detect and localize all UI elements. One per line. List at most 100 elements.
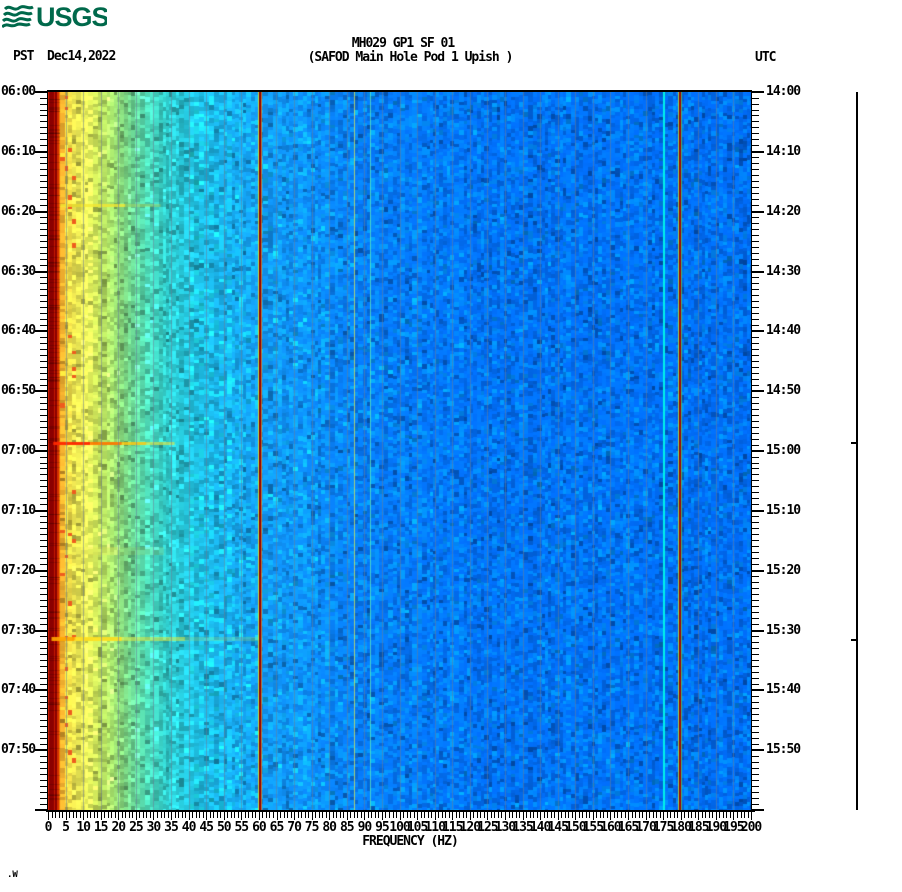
right-time-tick — [752, 624, 759, 625]
left-time-tick — [40, 701, 47, 703]
left-time-tick — [40, 187, 47, 189]
left-time-tick — [40, 342, 47, 344]
freq-tick — [736, 812, 738, 818]
freq-tick — [712, 812, 714, 818]
freq-tick — [466, 812, 468, 818]
freq-tick — [487, 812, 489, 820]
right-time-label: 14:30 — [766, 263, 801, 279]
freq-tick — [360, 812, 362, 818]
left-time-tick — [40, 600, 47, 602]
right-time-tick — [752, 594, 759, 596]
right-time-label: 15:10 — [766, 502, 801, 518]
freq-tick-label: 45 — [199, 820, 214, 835]
left-time-tick — [40, 606, 47, 608]
freq-tick — [297, 812, 299, 818]
right-time-tick — [752, 761, 759, 763]
left-time-tick — [35, 749, 47, 752]
right-time-tick — [752, 348, 759, 350]
left-time-tick — [40, 306, 47, 308]
left-time-tick — [40, 121, 47, 123]
right-time-tick — [752, 259, 759, 260]
right-time-tick — [752, 169, 759, 171]
freq-tick — [438, 812, 440, 818]
freq-tick-label: 80 — [322, 820, 337, 835]
left-time-tick — [35, 450, 47, 452]
spectrogram-canvas — [48, 92, 751, 810]
right-time-tick — [752, 509, 764, 512]
freq-tick — [550, 812, 552, 818]
freq-tick — [262, 812, 264, 818]
right-time-label: 15:00 — [766, 443, 801, 458]
right-time-tick — [752, 366, 759, 368]
freq-tick — [431, 812, 433, 818]
usgs-logo: USGS — [2, 2, 107, 29]
freq-tick — [378, 812, 380, 818]
freq-tick — [504, 812, 506, 820]
right-time-tick — [752, 707, 759, 709]
freq-tick — [694, 812, 696, 818]
right-time-tick — [752, 636, 759, 637]
left-time-tick — [40, 456, 47, 458]
freq-tick — [139, 812, 141, 818]
right-time-tick — [752, 294, 759, 296]
freq-tick — [642, 812, 643, 818]
freq-tick — [206, 812, 208, 820]
left-time-tick — [40, 223, 47, 225]
freq-tick-label: 85 — [339, 820, 355, 835]
right-time-tick — [752, 516, 759, 518]
freq-tick — [596, 812, 598, 818]
right-time-tick — [752, 157, 759, 159]
right-time-tick — [752, 277, 759, 278]
right-time-tick — [752, 241, 759, 243]
right-time-tick — [752, 408, 759, 410]
freq-tick — [403, 812, 404, 818]
freq-tick — [424, 812, 426, 818]
right-time-tick — [752, 755, 759, 757]
freq-tick — [680, 812, 682, 820]
freq-tick — [441, 812, 443, 818]
left-time-tick — [40, 498, 47, 500]
right-time-tick — [752, 205, 759, 207]
left-time-tick — [40, 235, 47, 237]
right-time-tick — [752, 689, 764, 692]
freq-tick — [620, 812, 622, 818]
left-time-tick — [40, 247, 47, 249]
freq-tick — [427, 812, 429, 818]
left-time-tick — [40, 97, 47, 99]
freq-tick — [251, 812, 253, 818]
right-time-tick — [752, 618, 759, 619]
freq-tick — [448, 812, 450, 818]
left-time-tick — [40, 115, 47, 117]
right-time-tick — [752, 671, 759, 673]
freq-tick — [367, 812, 369, 818]
freq-tick — [192, 812, 194, 818]
right-time-tick — [752, 97, 759, 99]
x-axis-title: FREQUENCY (HZ) — [362, 834, 459, 849]
freq-tick — [526, 812, 527, 818]
left-time-tick — [40, 354, 47, 356]
freq-tick — [561, 812, 563, 818]
left-time-label: 07:10 — [1, 502, 36, 518]
left-time-tick — [40, 683, 47, 685]
right-time-tick — [752, 438, 759, 440]
freq-tick — [589, 812, 591, 818]
right-time-tick — [752, 540, 759, 542]
freq-tick-label: 10 — [76, 820, 91, 835]
left-time-label: 07:50 — [1, 742, 36, 758]
right-time-tick — [752, 175, 759, 177]
right-time-tick — [752, 253, 759, 255]
left-time-tick — [40, 743, 47, 745]
freq-tick — [613, 812, 615, 818]
freq-tick — [371, 812, 373, 818]
right-time-tick — [752, 109, 759, 111]
freq-tick — [663, 812, 665, 820]
freq-tick — [255, 812, 257, 818]
right-time-tick — [752, 229, 759, 231]
spectrogram-page: USGS PST Dec14,2022 MH029 GP1 SF 01 (SAF… — [0, 0, 902, 892]
freq-tick — [48, 812, 49, 820]
freq-tick — [336, 812, 338, 818]
left-time-tick — [40, 438, 47, 440]
freq-tick — [578, 812, 580, 818]
freq-tick — [677, 812, 679, 818]
left-time-tick — [40, 522, 47, 524]
